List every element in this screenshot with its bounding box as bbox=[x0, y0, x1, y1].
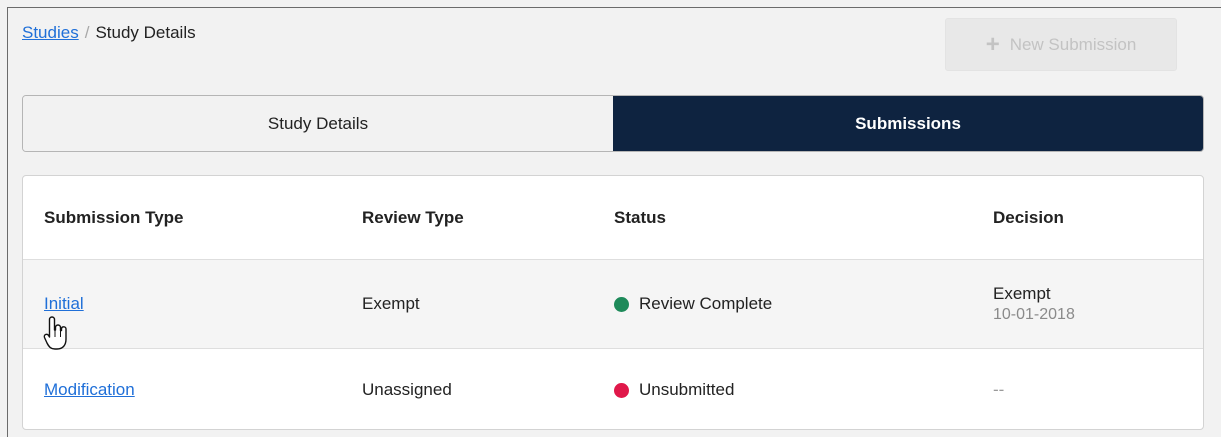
table-row: Initial Exempt Review Complete Exempt 10… bbox=[23, 259, 1203, 349]
status-label: Review Complete bbox=[639, 294, 773, 313]
new-submission-label: New Submission bbox=[1009, 34, 1137, 54]
tab-bar: Study Details Submissions bbox=[22, 95, 1204, 152]
tab-submissions-label: Submissions bbox=[855, 113, 961, 133]
breadcrumb: Studies / Study Details bbox=[22, 22, 196, 44]
submission-link-initial[interactable]: Initial bbox=[44, 294, 84, 314]
new-submission-button[interactable]: + New Submission bbox=[945, 18, 1177, 71]
column-header-review-type: Review Type bbox=[362, 207, 464, 227]
column-header-submission-type: Submission Type bbox=[44, 207, 184, 227]
table-row: Modification Unassigned Unsubmitted -- bbox=[23, 349, 1203, 429]
review-type-cell: Exempt bbox=[362, 294, 420, 313]
decision-date: 10-01-2018 bbox=[993, 306, 1075, 323]
decision-label: -- bbox=[993, 380, 1005, 399]
tab-study-details-label: Study Details bbox=[267, 113, 369, 133]
status-dot-icon bbox=[614, 382, 629, 398]
breadcrumb-current: Study Details bbox=[95, 23, 196, 42]
status-dot-icon bbox=[614, 296, 629, 312]
decision-cell: -- bbox=[993, 380, 1004, 400]
column-header-status: Status bbox=[614, 207, 666, 227]
column-header-decision: Decision bbox=[993, 207, 1064, 227]
status-label: Unsubmitted bbox=[639, 380, 735, 399]
tab-submissions[interactable]: Submissions bbox=[613, 96, 1203, 151]
submissions-table: Submission Type Review Type Status Decis… bbox=[22, 175, 1204, 430]
submission-link-modification[interactable]: Modification bbox=[44, 380, 135, 400]
review-type-cell: Unassigned bbox=[362, 380, 452, 399]
tab-study-details[interactable]: Study Details bbox=[23, 96, 613, 151]
breadcrumb-separator: / bbox=[84, 23, 90, 42]
status-cell: Review Complete bbox=[614, 294, 772, 314]
breadcrumb-link-studies[interactable]: Studies bbox=[22, 23, 79, 42]
decision-label: Exempt bbox=[993, 284, 1051, 303]
decision-cell: Exempt 10-01-2018 bbox=[993, 284, 1075, 324]
table-header-row: Submission Type Review Type Status Decis… bbox=[23, 176, 1203, 259]
plus-icon: + bbox=[985, 30, 1000, 58]
status-cell: Unsubmitted bbox=[614, 380, 734, 400]
